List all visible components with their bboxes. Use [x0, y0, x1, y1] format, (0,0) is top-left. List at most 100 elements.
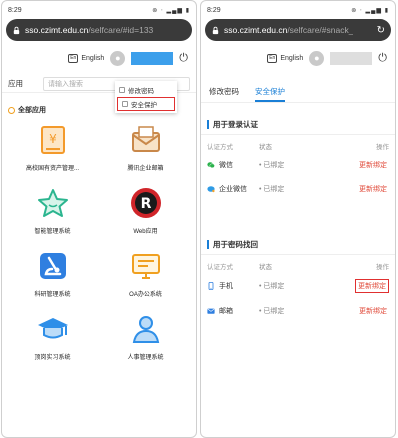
- method-cell: 企业微信: [207, 184, 259, 194]
- shield-icon: [122, 101, 128, 107]
- update-binding-link[interactable]: 更新绑定: [357, 305, 389, 317]
- finance-icon: ¥: [34, 121, 72, 159]
- action-cell: 更新绑定: [319, 279, 389, 293]
- star-icon: [34, 184, 72, 222]
- app-label: 人事管理系统: [127, 355, 164, 361]
- method-label: 邮箱: [219, 308, 233, 315]
- tab-change-password[interactable]: 修改密码: [209, 86, 239, 97]
- right-phone-screen: 8:29 ⊚ ⋅ ▂▄▆ ▮ sso.czimt.edu.cn /selfcar…: [200, 0, 396, 438]
- app-tile[interactable]: 科研管理系统: [6, 247, 99, 298]
- app-tile[interactable]: 顶岗实习系统: [6, 310, 99, 361]
- app-label: 顶岗实习系统: [34, 355, 71, 361]
- table-row: 邮箱 • 已绑定 更新绑定: [201, 299, 395, 323]
- status-text: • 已绑定: [259, 162, 285, 169]
- language-switch[interactable]: En English: [68, 53, 105, 63]
- power-icon[interactable]: ⏻: [378, 52, 387, 65]
- wechat-icon: [207, 162, 215, 169]
- status-time: 8:29: [8, 6, 22, 14]
- language-icon: En: [267, 53, 278, 63]
- microscope-icon: [34, 247, 72, 285]
- tab-bar: 修改密码 安全保护: [201, 81, 395, 103]
- method-label: 企业微信: [219, 186, 247, 193]
- address-bar[interactable]: sso.czimt.edu.cn /selfcare/#id=133: [6, 19, 192, 41]
- update-binding-link[interactable]: 更新绑定: [357, 183, 389, 195]
- update-binding-link[interactable]: 更新绑定: [355, 279, 389, 293]
- app-tile[interactable]: 智能管理系统: [6, 184, 99, 235]
- email-icon: [207, 308, 215, 314]
- section-header: 用于密码找回: [201, 235, 395, 255]
- column-header: 操作: [376, 264, 389, 271]
- table-header: 认证方式 状态 操作: [201, 255, 395, 273]
- password-recovery-section: 用于密码找回 认证方式 状态 操作 手机 • 已绑定 更新绑定 邮箱 • 已绑定…: [201, 235, 395, 323]
- search-placeholder: 请输入搜索: [48, 80, 83, 88]
- status-text: • 已绑定: [259, 186, 285, 193]
- section-title: 用于密码找回: [213, 240, 258, 249]
- power-icon[interactable]: ⏻: [179, 52, 188, 65]
- language-label: English: [81, 54, 105, 62]
- lock-icon: [13, 26, 20, 34]
- app-label: 腾讯企业邮箱: [127, 166, 164, 172]
- left-phone-screen: 8:29 ⊚ ⋅ ▂▄▆ ▮ sso.czimt.edu.cn /selfcar…: [1, 0, 197, 438]
- method-label: 手机: [219, 283, 233, 290]
- address-bar[interactable]: sso.czimt.edu.cn /selfcare/#snack_ ↻: [205, 19, 391, 41]
- circle-icon: [8, 106, 15, 114]
- table-header: 认证方式 状态 操作: [201, 135, 395, 153]
- method-cell: 手机: [207, 281, 259, 291]
- app-tile[interactable]: 人事管理系统: [99, 310, 192, 361]
- accent-bar: [207, 240, 209, 249]
- status-bar: 8:29 ⊚ ⋅ ▂▄▆ ▮: [201, 1, 395, 19]
- svg-text:¥: ¥: [49, 132, 57, 146]
- app-tile[interactable]: 腾讯企业邮箱: [99, 121, 192, 172]
- table-row: 微信 • 已绑定 更新绑定: [201, 153, 395, 177]
- reload-icon[interactable]: ↻: [373, 25, 385, 36]
- url-path: /selfcare/#id=133: [88, 25, 154, 35]
- app-title: 应用: [8, 79, 23, 88]
- action-cell: 更新绑定: [319, 183, 389, 195]
- url-domain: sso.czimt.edu.cn: [224, 25, 288, 35]
- status-icons: ⊚ ⋅ ▂▄▆ ▮: [351, 7, 389, 14]
- mail-icon: [127, 121, 165, 159]
- section-title: 用于登录认证: [213, 120, 258, 129]
- app-tile[interactable]: ¥ 高校国有资产管理...: [6, 121, 99, 172]
- avatar[interactable]: ●: [110, 50, 126, 66]
- app-label: Web应用: [133, 229, 158, 235]
- update-binding-link[interactable]: 更新绑定: [357, 159, 389, 171]
- web-app-icon: R: [127, 184, 165, 222]
- app-tile[interactable]: R Web应用: [99, 184, 192, 235]
- tab-security[interactable]: 安全保护: [255, 86, 285, 102]
- menu-item-security[interactable]: 安全保护: [117, 97, 175, 111]
- status-icons: ⊚ ⋅ ▂▄▆ ▮: [152, 7, 190, 14]
- language-label: English: [280, 54, 304, 62]
- avatar[interactable]: ●: [309, 50, 325, 66]
- wecom-icon: [207, 186, 215, 193]
- url-path: /selfcare/#snack_: [287, 25, 354, 35]
- user-name-redacted[interactable]: [131, 51, 174, 65]
- graduation-icon: [34, 310, 72, 348]
- menu-item-label: 安全保护: [131, 102, 157, 109]
- monitor-icon: [127, 247, 165, 285]
- user-menu: 修改密码 安全保护: [115, 81, 177, 113]
- status-time: 8:29: [207, 6, 221, 14]
- action-cell: 更新绑定: [319, 159, 389, 171]
- accent-bar: [207, 120, 209, 129]
- language-icon: En: [68, 53, 79, 63]
- method-cell: 邮箱: [207, 306, 259, 316]
- app-label: OA办公系统: [129, 292, 162, 298]
- language-switch[interactable]: En English: [267, 53, 304, 63]
- lock-icon: [212, 26, 219, 34]
- svg-text:R: R: [140, 196, 151, 212]
- app-tile[interactable]: OA办公系统: [99, 247, 192, 298]
- app-label: 高校国有资产管理...: [25, 166, 79, 172]
- top-toolbar: En English ● ⏻: [201, 41, 395, 75]
- status-text: • 已绑定: [259, 308, 285, 315]
- app-grid: ¥ 高校国有资产管理... 腾讯企业邮箱 智能管理系统 R Web应用 科研管理…: [2, 121, 196, 361]
- column-header: 认证方式: [207, 144, 233, 151]
- method-label: 微信: [219, 162, 233, 169]
- menu-item-change-password[interactable]: 修改密码: [115, 83, 177, 97]
- user-name-redacted[interactable]: [330, 51, 373, 65]
- status-bar: 8:29 ⊚ ⋅ ▂▄▆ ▮: [2, 1, 196, 19]
- top-toolbar: En English ● ⏻: [2, 41, 196, 75]
- column-header: 状态: [259, 144, 272, 151]
- action-cell: 更新绑定: [319, 305, 389, 317]
- key-icon: [119, 87, 125, 93]
